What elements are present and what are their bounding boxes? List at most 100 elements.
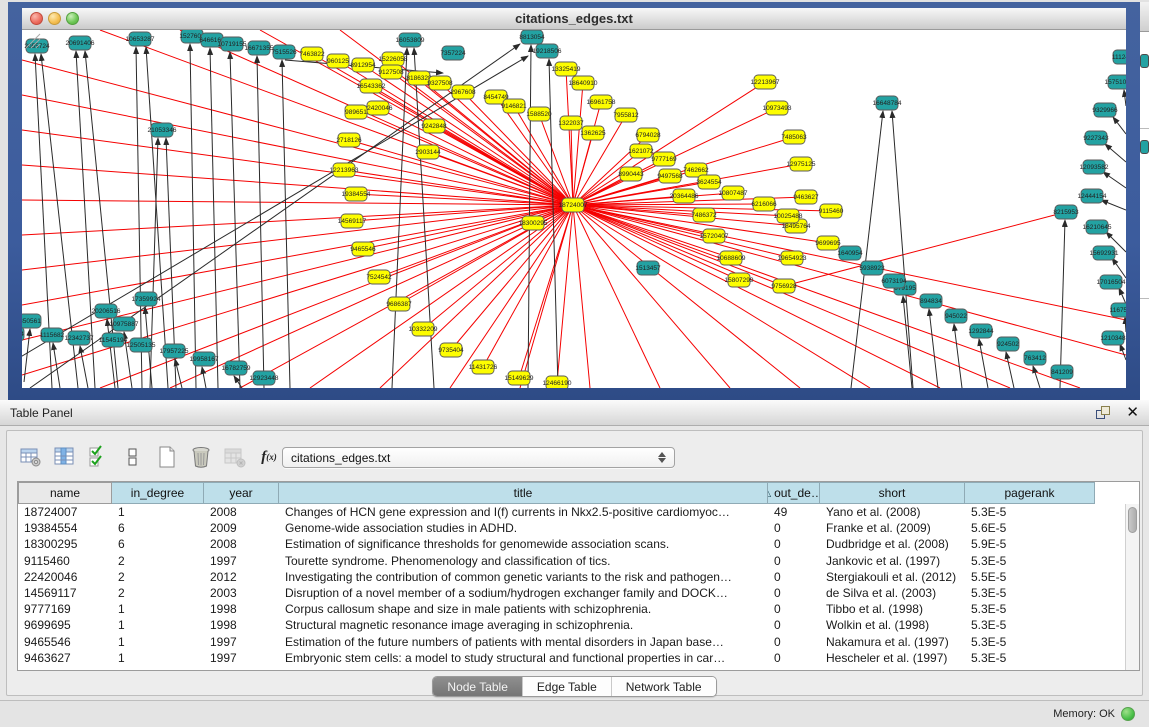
graph-node[interactable]: 9777169 — [651, 152, 677, 166]
graph-node[interactable]: 10973493 — [763, 101, 792, 115]
graph-node[interactable]: 10719155 — [218, 37, 247, 51]
column-header-title[interactable]: title — [279, 482, 768, 504]
graph-node[interactable]: 1210348 — [1100, 331, 1126, 345]
graph-node[interactable]: 16543362 — [357, 79, 386, 93]
graph-node[interactable]: 20691406 — [66, 36, 95, 50]
graph-node[interactable]: 9735404 — [438, 343, 464, 357]
graph-node[interactable]: 9329966 — [1092, 103, 1118, 117]
table-settings-icon[interactable] — [19, 445, 43, 469]
graph-node[interactable]: 6073194 — [881, 274, 907, 288]
graph-node[interactable]: 10025488 — [774, 209, 803, 223]
graph-node[interactable]: 7955812 — [613, 108, 639, 122]
graph-node[interactable]: 1112483 — [1112, 50, 1126, 64]
graph-node[interactable]: 12923448 — [250, 371, 279, 385]
graph-node[interactable]: 1362625 — [580, 126, 606, 140]
graph-node[interactable]: 21053346 — [148, 123, 177, 137]
table-row[interactable]: 911546021997Tourette syndrome. Phenomeno… — [18, 553, 1125, 569]
graph-node[interactable]: 9327508 — [427, 76, 453, 90]
table-row[interactable]: 1872400712008Changes of HCN gene express… — [18, 504, 1125, 520]
graph-node[interactable]: 1115682 — [40, 328, 65, 342]
graph-node[interactable]: 9686387 — [386, 297, 412, 311]
graph-node[interactable]: 7524542 — [366, 270, 392, 284]
table-selector-dropdown[interactable]: citations_edges.txt — [282, 447, 675, 468]
graph-node[interactable]: 8813054 — [519, 30, 545, 44]
graph-node[interactable]: 924502 — [997, 337, 1019, 351]
function-builder-icon[interactable]: f(x) — [257, 445, 281, 469]
graph-node[interactable]: 850561 — [22, 314, 41, 328]
graph-node[interactable]: 3624554 — [696, 175, 722, 189]
graph-node[interactable]: 1513457 — [635, 261, 661, 275]
graph-node[interactable]: 841209 — [1051, 365, 1073, 379]
graph-node[interactable]: 1621072 — [628, 144, 654, 158]
graph-node[interactable]: 12975125 — [787, 157, 816, 171]
graph-node[interactable]: 22420046 — [364, 101, 393, 115]
graph-node[interactable]: 17957225 — [160, 344, 189, 358]
table-panel-titlebar[interactable]: Table Panel ✕ — [0, 400, 1149, 426]
graph-node[interactable]: 16053809 — [396, 33, 425, 47]
close-panel-icon[interactable]: ✕ — [1126, 406, 1139, 420]
column-header-in_degree[interactable]: in_degree — [112, 482, 204, 504]
graph-node[interactable]: 19654923 — [778, 251, 807, 265]
table-row[interactable]: 1830029562008Estimation of significance … — [18, 536, 1125, 552]
graph-node[interactable]: 15751074 — [1105, 75, 1126, 89]
graph-node[interactable]: 7485063 — [781, 130, 807, 144]
table-row[interactable]: 977716911998Corpus callosum shape and si… — [18, 601, 1125, 617]
graph-node[interactable]: 10332209 — [409, 322, 438, 336]
graph-node[interactable]: 11545194 — [99, 333, 128, 347]
graph-node[interactable]: 989651 — [345, 105, 367, 119]
graph-node[interactable]: 10688609 — [717, 251, 746, 265]
graph-node[interactable]: 391934 — [22, 327, 24, 341]
graph-node[interactable]: 1588520 — [526, 107, 552, 121]
graph-node[interactable]: 9756928 — [771, 279, 797, 293]
table-scrollbar-thumb[interactable] — [1128, 507, 1137, 533]
graph-node[interactable]: 16782759 — [222, 361, 251, 375]
select-rows-icon[interactable] — [87, 445, 111, 469]
graph-node[interactable]: 2967608 — [450, 85, 476, 99]
graph-node[interactable]: 9242848 — [421, 119, 447, 133]
table-row[interactable]: 946362711997Embryonic stem cells: a mode… — [18, 650, 1125, 666]
graph-node[interactable]: 894834 — [920, 294, 942, 308]
graph-node[interactable]: 5938923 — [859, 261, 885, 275]
graph-node[interactable]: 8215953 — [1053, 205, 1079, 219]
graph-node[interactable]: 16210645 — [1083, 220, 1112, 234]
graph-node[interactable]: 14569117 — [338, 214, 367, 228]
graph-node[interactable]: 7515526 — [271, 45, 297, 59]
graph-node[interactable]: 1640954 — [837, 246, 863, 260]
graph-node[interactable]: 18724007 — [559, 198, 588, 212]
resize-grip[interactable] — [22, 30, 42, 50]
graph-node[interactable]: 12444154 — [1078, 189, 1107, 203]
graph-node[interactable]: 17359924 — [132, 292, 161, 306]
graph-node[interactable]: 18300295 — [519, 216, 548, 230]
graph-node[interactable]: 20206516 — [92, 304, 121, 318]
graph-node[interactable]: 12466190 — [543, 376, 572, 388]
graph-node[interactable]: 17016504 — [1097, 275, 1126, 289]
graph-node[interactable]: 2718126 — [336, 133, 362, 147]
minimize-window-button[interactable] — [48, 12, 61, 25]
delete-rows-icon[interactable] — [189, 445, 213, 469]
show-column-icon[interactable] — [53, 445, 77, 469]
graph-node[interactable]: 20364486 — [670, 189, 699, 203]
graph-node[interactable]: 12505135 — [127, 338, 156, 352]
graph-node[interactable]: 15720407 — [700, 229, 729, 243]
graph-node[interactable]: 9465546 — [350, 242, 376, 256]
graph-node[interactable]: 10975887 — [110, 317, 139, 331]
graph-node[interactable]: 19218506 — [533, 44, 562, 58]
graph-node[interactable]: 2903144 — [415, 145, 441, 159]
close-window-button[interactable] — [30, 12, 43, 25]
graph-node[interactable]: 19958167 — [190, 352, 219, 366]
graph-node[interactable]: 945022 — [945, 309, 967, 323]
graph-node[interactable]: 9146821 — [501, 99, 527, 113]
column-header-year[interactable]: year — [204, 482, 279, 504]
memory-status-indicator[interactable] — [1121, 707, 1135, 721]
column-header-short[interactable]: short — [820, 482, 965, 504]
table-row[interactable]: 969969511998Structural magnetic resonanc… — [18, 617, 1125, 633]
graph-node[interactable]: 15807299 — [725, 273, 754, 287]
graph-node[interactable]: 1292844 — [968, 324, 994, 338]
graph-node[interactable]: 6794028 — [635, 128, 661, 142]
graph-node[interactable]: 13325419 — [552, 62, 581, 76]
graph-node[interactable]: 1322037 — [558, 116, 584, 130]
graph-node[interactable]: 960125 — [327, 54, 349, 68]
column-header-name[interactable]: name — [18, 482, 112, 504]
graph-node[interactable]: 9227343 — [1083, 131, 1109, 145]
table-row[interactable]: 1456911722003Disruption of a novel membe… — [18, 585, 1125, 601]
